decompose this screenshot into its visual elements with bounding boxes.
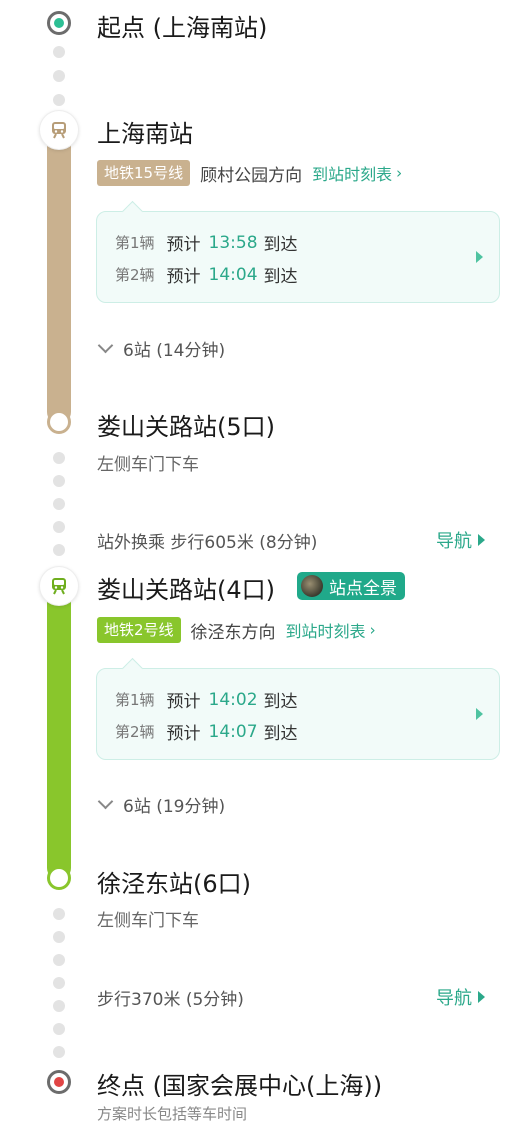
chevron-down-icon bbox=[97, 793, 114, 810]
door-hint-1: 左侧车门下车 bbox=[97, 455, 199, 475]
card-pointer bbox=[121, 200, 144, 223]
stops-toggle-2[interactable]: 6站 (19分钟) bbox=[97, 792, 225, 817]
arrival-index: 第2辆 bbox=[115, 723, 155, 741]
board-station-1[interactable]: 上海南站 bbox=[97, 114, 193, 149]
play-right-icon bbox=[478, 534, 485, 546]
line2-route-bar bbox=[47, 584, 71, 880]
arrival-row: 第1辆 预计 13:58 到达 bbox=[115, 230, 298, 256]
arrival-time: 14:02 bbox=[208, 689, 258, 710]
arrival-suffix: 到达 bbox=[263, 235, 298, 255]
arrival-row: 第2辆 预计 14:07 到达 bbox=[115, 719, 298, 745]
subway-train-icon bbox=[40, 111, 78, 149]
timeline-dot bbox=[53, 46, 65, 58]
arrival-row: 第2辆 预计 14:04 到达 bbox=[115, 262, 298, 288]
timeline-dot bbox=[53, 954, 65, 966]
footnote: 方案时长包括等车时间 bbox=[97, 1105, 248, 1123]
arrival-time: 14:04 bbox=[208, 264, 258, 285]
timeline-dot bbox=[53, 1000, 65, 1012]
navigate-button[interactable]: 导航 bbox=[436, 984, 485, 1010]
timetable-link[interactable]: 到站时刻表 bbox=[312, 161, 392, 185]
play-right-icon bbox=[476, 251, 483, 263]
walk-text: 步行370米 (5分钟) bbox=[97, 990, 244, 1010]
timeline-dot bbox=[53, 475, 65, 487]
navigate-label: 导航 bbox=[436, 531, 472, 552]
timeline-dot bbox=[53, 94, 65, 106]
chevron-down-icon bbox=[97, 337, 114, 354]
arrival-card-2[interactable]: 第1辆 预计 14:02 到达 第2辆 预计 14:07 到达 bbox=[96, 657, 500, 760]
station-panorama-button[interactable]: 站点全景 bbox=[297, 572, 405, 600]
board-station-2[interactable]: 娄山关路站(4口) bbox=[97, 570, 275, 605]
card-pointer bbox=[121, 657, 144, 680]
line-badge: 地铁2号线 bbox=[97, 617, 181, 643]
start-label: 起点 (上海南站) bbox=[97, 14, 268, 42]
direction-text: 顾村公园方向 bbox=[200, 165, 303, 186]
arrival-prefix: 预计 bbox=[166, 692, 201, 712]
arrival-prefix: 预计 bbox=[166, 267, 201, 287]
line-info-row: 地铁15号线 顾村公园方向 到站时刻表 › bbox=[97, 159, 402, 187]
timeline-dot bbox=[53, 498, 65, 510]
transfer-text: 站外换乘 步行605米 (8分钟) bbox=[97, 533, 318, 553]
arrival-suffix: 到达 bbox=[263, 724, 298, 744]
arrival-index: 第2辆 bbox=[115, 266, 155, 284]
chevron-right-icon: › bbox=[369, 621, 376, 639]
navigate-button[interactable]: 导航 bbox=[436, 527, 485, 553]
exit-station-marker bbox=[47, 410, 71, 434]
timeline-dot bbox=[53, 908, 65, 920]
end-label: 终点 (国家会展中心(上海)) bbox=[97, 1072, 383, 1100]
play-right-icon bbox=[476, 708, 483, 720]
arrival-suffix: 到达 bbox=[263, 692, 298, 712]
exit-station-1[interactable]: 娄山关路站(5口) bbox=[97, 407, 275, 442]
timeline-dot bbox=[53, 1046, 65, 1058]
stops-toggle-1[interactable]: 6站 (14分钟) bbox=[97, 336, 225, 361]
line-info-row: 地铁2号线 徐泾东方向 到站时刻表 › bbox=[97, 616, 376, 644]
panorama-label: 站点全景 bbox=[329, 578, 397, 599]
stops-count: 6站 (19分钟) bbox=[123, 797, 226, 817]
exit-station-marker bbox=[47, 866, 71, 890]
timeline-dot bbox=[53, 1023, 65, 1035]
subway-train-icon bbox=[40, 567, 78, 605]
start-marker-icon bbox=[47, 11, 71, 35]
arrival-card-1[interactable]: 第1辆 预计 13:58 到达 第2辆 预计 14:04 到达 bbox=[96, 200, 500, 303]
navigate-label: 导航 bbox=[436, 988, 472, 1009]
arrival-prefix: 预计 bbox=[166, 724, 201, 744]
door-hint-2: 左侧车门下车 bbox=[97, 911, 199, 931]
timeline-dot bbox=[53, 977, 65, 989]
timeline-dot bbox=[53, 544, 65, 556]
exit-station-2[interactable]: 徐泾东站(6口) bbox=[97, 864, 251, 899]
arrival-time: 14:07 bbox=[208, 721, 258, 742]
chevron-right-icon: › bbox=[396, 164, 403, 182]
arrival-index: 第1辆 bbox=[115, 234, 155, 252]
arrival-prefix: 预计 bbox=[166, 235, 201, 255]
play-right-icon bbox=[478, 991, 485, 1003]
arrival-time: 13:58 bbox=[208, 232, 258, 253]
timeline-dot bbox=[53, 70, 65, 82]
arrival-row: 第1辆 预计 14:02 到达 bbox=[115, 687, 298, 713]
line-badge: 地铁15号线 bbox=[97, 160, 191, 186]
timetable-link[interactable]: 到站时刻表 bbox=[286, 618, 366, 642]
timeline-dot bbox=[53, 931, 65, 943]
timeline-dot bbox=[53, 452, 65, 464]
timeline-dot bbox=[53, 521, 65, 533]
arrival-suffix: 到达 bbox=[263, 267, 298, 287]
direction-text: 徐泾东方向 bbox=[190, 622, 276, 643]
stops-count: 6站 (14分钟) bbox=[123, 341, 226, 361]
end-marker-icon bbox=[47, 1070, 71, 1094]
line15-route-bar bbox=[47, 128, 71, 424]
arrival-index: 第1辆 bbox=[115, 691, 155, 709]
panorama-thumbnail bbox=[301, 575, 323, 597]
